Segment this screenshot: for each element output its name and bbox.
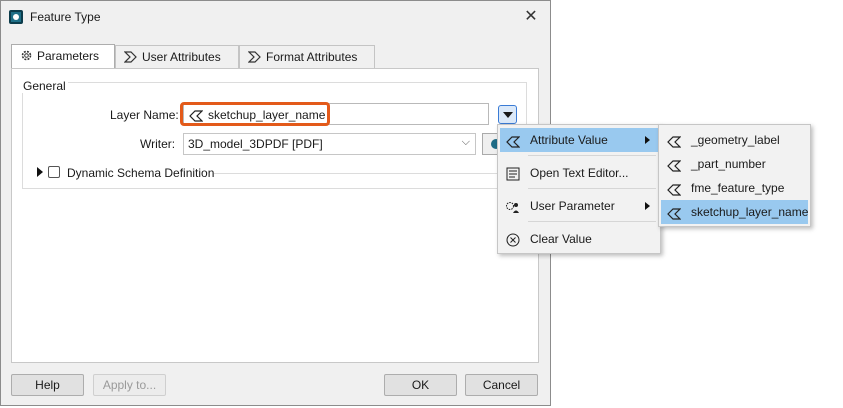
- layer-name-highlight: sketchup_layer_name: [180, 102, 330, 126]
- layer-name-value: sketchup_layer_name: [189, 108, 325, 122]
- user-parameter-icon: [504, 198, 522, 214]
- writer-select[interactable]: 3D_model_3DPDF [PDF] ⌵: [183, 133, 476, 155]
- expand-arrow-icon[interactable]: [37, 167, 43, 177]
- menu-item-label: User Parameter: [530, 199, 615, 213]
- menu-separator: [528, 155, 656, 156]
- menu-item-label: Open Text Editor...: [530, 166, 629, 180]
- tab-format-attributes[interactable]: Format Attributes: [239, 45, 375, 68]
- tab-label: User Attributes: [142, 50, 221, 64]
- clear-icon: [504, 231, 522, 247]
- app-icon: [9, 10, 23, 24]
- dynamic-schema-label: Dynamic Schema Definition: [67, 166, 215, 180]
- submenu-item-label: _part_number: [691, 157, 766, 171]
- attribute-icon: [665, 204, 683, 220]
- submenu-item-fme-feature-type[interactable]: fme_feature_type: [661, 176, 808, 200]
- attribute-icon: [247, 51, 261, 63]
- feature-type-dialog: Feature Type ✕ Parameters User Attribute…: [0, 0, 551, 406]
- menu-separator: [528, 188, 656, 189]
- ok-button[interactable]: OK: [384, 374, 457, 396]
- layer-name-text: sketchup_layer_name: [208, 108, 326, 122]
- divider: [214, 173, 516, 174]
- tab-label: Format Attributes: [266, 50, 358, 64]
- writer-value: 3D_model_3DPDF [PDF]: [188, 137, 323, 151]
- tab-user-attributes[interactable]: User Attributes: [115, 45, 239, 68]
- attribute-icon: [665, 156, 683, 172]
- help-button[interactable]: Help: [11, 374, 84, 396]
- attribute-icon: [504, 132, 522, 148]
- submenu-item-label: fme_feature_type: [691, 181, 785, 195]
- attribute-icon: [123, 51, 137, 63]
- writer-label: Writer:: [140, 137, 176, 151]
- submenu-item-part-number[interactable]: _part_number: [661, 152, 808, 176]
- tab-parameters[interactable]: Parameters: [11, 44, 115, 69]
- layer-name-label: Layer Name:: [110, 108, 179, 122]
- submenu-item-geometry-label[interactable]: _geometry_label: [661, 128, 808, 152]
- attribute-icon: [189, 110, 204, 122]
- attribute-icon: [665, 180, 683, 196]
- menu-item-label: Attribute Value: [530, 133, 608, 147]
- attribute-icon: [665, 132, 683, 148]
- menu-separator: [528, 221, 656, 222]
- submenu-item-label: sketchup_layer_name: [691, 205, 809, 219]
- context-menu: Attribute Value Open Text Editor... User…: [497, 124, 661, 254]
- title-bar[interactable]: Feature Type ✕: [1, 1, 550, 33]
- menu-item-user-parameter[interactable]: User Parameter: [500, 194, 658, 218]
- menu-item-label: Clear Value: [530, 232, 592, 246]
- submenu-arrow-icon: [645, 136, 650, 144]
- submenu-item-label: _geometry_label: [691, 133, 780, 147]
- gear-icon: [21, 50, 32, 61]
- attribute-submenu: _geometry_label _part_number fme_feature…: [658, 124, 811, 227]
- close-button[interactable]: ✕: [518, 5, 544, 29]
- cancel-button[interactable]: Cancel: [465, 374, 538, 396]
- submenu-arrow-icon: [645, 202, 650, 210]
- window-title: Feature Type: [30, 10, 101, 24]
- apply-to-button[interactable]: Apply to...: [93, 374, 166, 396]
- menu-item-clear-value[interactable]: Clear Value: [500, 227, 658, 251]
- menu-item-attribute-value[interactable]: Attribute Value: [500, 128, 658, 152]
- text-editor-icon: [504, 165, 522, 181]
- chevron-down-icon: ⌵: [461, 136, 470, 148]
- menu-item-open-text-editor[interactable]: Open Text Editor...: [500, 161, 658, 185]
- dynamic-schema-checkbox[interactable]: [48, 166, 60, 178]
- general-group-title: General: [21, 79, 68, 93]
- layer-name-menu-button[interactable]: [498, 105, 517, 124]
- tab-label: Parameters: [37, 49, 100, 63]
- submenu-item-sketchup-layer-name[interactable]: sketchup_layer_name: [661, 200, 808, 224]
